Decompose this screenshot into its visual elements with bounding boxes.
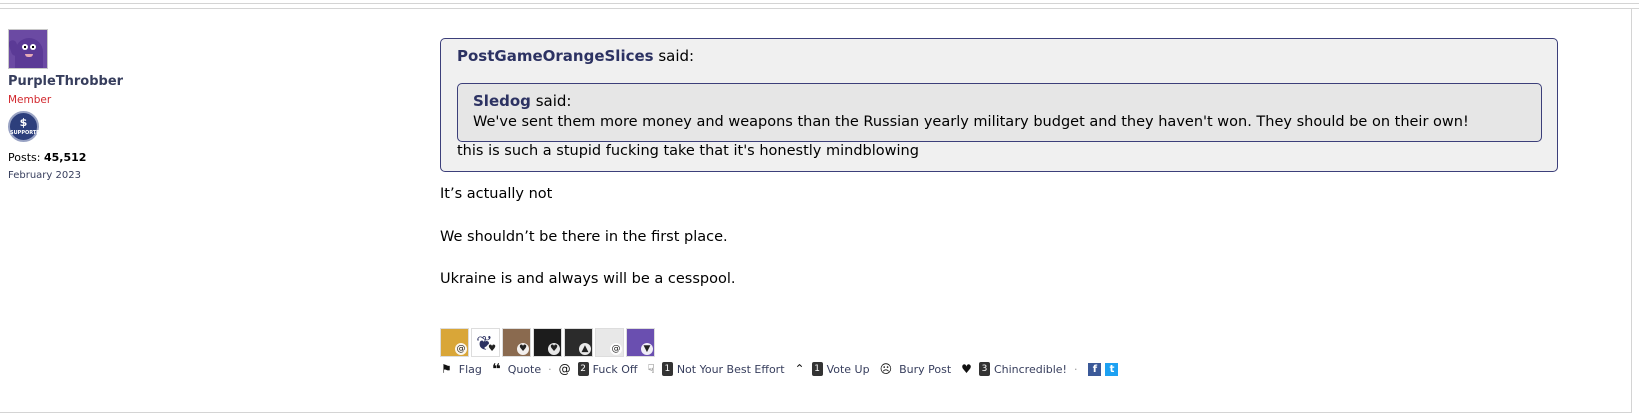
join-date[interactable]: February 2023 [8,170,188,181]
heart-icon: ♥ [548,343,560,355]
supporter-badge-icon: $ SUPPORTER [8,111,44,142]
reaction-count: 2 [577,362,589,376]
swirl-icon: @ [455,343,467,355]
nested-quote-block: Sledog said: We've sent them more money … [457,83,1542,142]
nested-quote-header: Sledog said: [473,92,571,110]
post-body-line: Ukraine is and always will be a cesspool… [440,271,736,287]
post-actions: ⚑ Flag ❝ Quote · @ 2 Fuck Off ☟ 1 Not Yo… [441,360,1119,378]
quote-said: said: [658,47,695,65]
chincredible-reaction[interactable]: ♥ 3 Chincredible! [961,362,1067,376]
flag-button[interactable]: ⚑ Flag [441,362,482,376]
user-info: PurpleThrobber Member $ SUPPORTER Posts: … [8,29,188,181]
arrow-up-icon: ▲ [579,343,591,355]
arrow-up-icon: ⌃ [794,362,805,376]
thumbs-down-icon: ☟ [647,362,655,376]
swirl-icon: @ [610,343,622,355]
quote-header: PostGameOrangeSlices said: [457,47,694,65]
post-body-line: We shouldn’t be there in the first place… [440,229,728,245]
heart-icon: ♥ [517,343,529,355]
twitter-share-icon[interactable]: t [1105,362,1119,376]
not-best-effort-reaction[interactable]: ☟ 1 Not Your Best Effort [648,362,785,376]
heart-icon: ♥ [486,343,498,355]
vote-up-reaction[interactable]: ⌃ 1 Vote Up [795,362,870,376]
reaction-count: 1 [661,362,673,376]
reactor-avatar[interactable]: ❦ ♥ [471,328,500,357]
separator: · [548,362,552,376]
reaction-count: 1 [811,362,823,376]
nested-quote-text: We've sent them more money and weapons t… [473,114,1469,130]
nested-quote-said: said: [535,92,572,110]
avatar[interactable] [8,29,48,69]
user-role: Member [8,94,52,106]
quote-author-link[interactable]: PostGameOrangeSlices [457,47,654,65]
reactor-avatar[interactable]: ▼ [626,328,655,357]
reactor-avatar[interactable]: @ [595,328,624,357]
separator: · [1073,362,1078,376]
reactor-avatar[interactable]: ♥ [502,328,531,357]
post-count-value: 45,512 [43,151,87,164]
fuck-off-reaction[interactable]: @ 2 Fuck Off [559,362,638,376]
reactor-avatar[interactable]: ▲ [564,328,593,357]
nested-quote-author-link[interactable]: Sledog [473,92,531,110]
quote-icon: ❝ [491,360,501,378]
reactor-avatar[interactable]: ♥ [533,328,562,357]
username-link[interactable]: PurpleThrobber [8,74,188,89]
reactor-avatar[interactable]: @ [440,328,469,357]
post-count-label: Posts: [8,151,41,164]
quote-block: PostGameOrangeSlices said: Sledog said: … [440,38,1558,172]
flag-icon: ⚑ [441,362,452,376]
reaction-count: 3 [978,362,990,376]
bury-post-reaction[interactable]: ☹ Bury Post [880,362,952,376]
top-divider [0,3,1639,4]
reactor-avatars: @ ❦ ♥ ♥ ♥ ▲ @ ▼ [440,328,655,357]
quote-text: this is such a stupid fucking take that … [457,143,919,159]
facebook-share-icon[interactable]: f [1088,362,1102,376]
thumbs-down-icon: ▼ [641,343,653,355]
post-body-line: It’s actually not [440,186,553,202]
post-count: Posts: 45,512 [8,151,188,164]
swirl-icon: @ [558,362,571,376]
heart-icon: ♥ [961,362,972,376]
quote-button[interactable]: ❝ Quote [492,360,541,378]
frown-face-icon: ☹ [879,362,893,376]
